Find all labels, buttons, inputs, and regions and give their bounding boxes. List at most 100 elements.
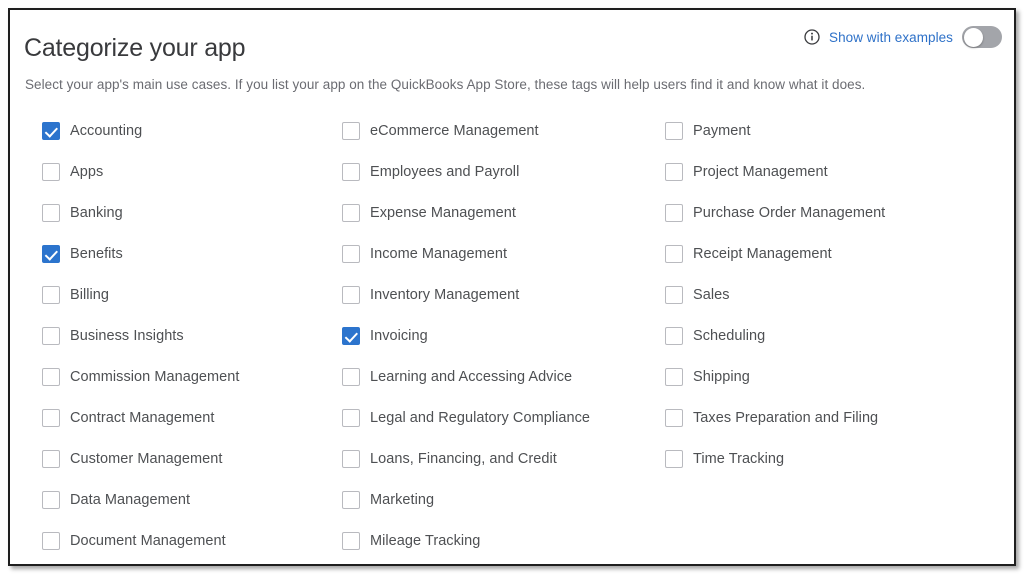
checkbox-document-management[interactable]	[42, 531, 60, 550]
checkbox-purchase-order-management[interactable]	[665, 203, 683, 222]
category-row-apps[interactable]: Apps	[42, 151, 334, 192]
checkbox-time-tracking[interactable]	[665, 449, 683, 468]
category-label-scheduling: Scheduling	[693, 327, 766, 344]
category-row-banking[interactable]: Banking	[42, 192, 334, 233]
category-row-contract-management[interactable]: Contract Management	[42, 397, 334, 438]
category-row-scheduling[interactable]: Scheduling	[665, 315, 1010, 356]
checkbox-marketing[interactable]	[342, 490, 360, 509]
category-label-receipt-management: Receipt Management	[693, 245, 832, 262]
category-label-mileage-tracking: Mileage Tracking	[370, 532, 481, 549]
category-label-loans-financing-and-credit: Loans, Financing, and Credit	[370, 450, 557, 467]
category-label-employees-and-payroll: Employees and Payroll	[370, 163, 520, 180]
category-label-commission-management: Commission Management	[70, 368, 240, 385]
checkbox-scheduling[interactable]	[665, 326, 683, 345]
checkbox-commission-management[interactable]	[42, 367, 60, 386]
category-label-benefits: Benefits	[70, 245, 123, 262]
category-label-accounting: Accounting	[70, 122, 143, 139]
category-label-marketing: Marketing	[370, 491, 435, 508]
checkbox-expense-management[interactable]	[342, 203, 360, 222]
category-label-shipping: Shipping	[693, 368, 750, 385]
category-label-inventory-management: Inventory Management	[370, 286, 520, 303]
category-row-learning-and-accessing-advice[interactable]: Learning and Accessing Advice	[342, 356, 657, 397]
category-row-inventory-management[interactable]: Inventory Management	[342, 274, 657, 315]
checkbox-invoicing[interactable]	[342, 326, 360, 345]
category-columns: Accounting Apps Banking Benefits Billing Busi…	[10, 110, 1014, 561]
category-label-apps: Apps	[70, 163, 104, 180]
checkbox-apps[interactable]	[42, 162, 60, 181]
category-label-customer-management: Customer Management	[70, 450, 223, 467]
show-with-examples-control: Show with examples	[804, 26, 1002, 48]
checkbox-taxes-preparation-and-filing[interactable]	[665, 408, 683, 427]
checkbox-data-management[interactable]	[42, 490, 60, 509]
checkbox-accounting[interactable]	[42, 121, 60, 140]
checkbox-shipping[interactable]	[665, 367, 683, 386]
category-row-document-management[interactable]: Document Management	[42, 520, 334, 561]
category-row-taxes-preparation-and-filing[interactable]: Taxes Preparation and Filing	[665, 397, 1010, 438]
category-row-shipping[interactable]: Shipping	[665, 356, 1010, 397]
category-label-legal-and-regulatory-compliance: Legal and Regulatory Compliance	[370, 409, 590, 426]
category-row-payment[interactable]: Payment	[665, 110, 1010, 151]
category-label-learning-and-accessing-advice: Learning and Accessing Advice	[370, 368, 573, 385]
category-label-ecommerce-management: eCommerce Management	[370, 122, 539, 139]
category-row-legal-and-regulatory-compliance[interactable]: Legal and Regulatory Compliance	[342, 397, 657, 438]
checkbox-receipt-management[interactable]	[665, 244, 683, 263]
checkbox-legal-and-regulatory-compliance[interactable]	[342, 408, 360, 427]
category-label-income-management: Income Management	[370, 245, 508, 262]
page-title: Categorize your app	[24, 34, 246, 62]
category-row-employees-and-payroll[interactable]: Employees and Payroll	[342, 151, 657, 192]
category-label-sales: Sales	[693, 286, 730, 303]
category-label-time-tracking: Time Tracking	[693, 450, 785, 467]
checkbox-business-insights[interactable]	[42, 326, 60, 345]
category-label-contract-management: Contract Management	[70, 409, 215, 426]
category-label-banking: Banking	[70, 204, 123, 221]
category-label-taxes-preparation-and-filing: Taxes Preparation and Filing	[693, 409, 879, 426]
category-row-purchase-order-management[interactable]: Purchase Order Management	[665, 192, 1010, 233]
show-with-examples-link[interactable]: Show with examples	[829, 30, 953, 45]
category-label-payment: Payment	[693, 122, 751, 139]
checkbox-customer-management[interactable]	[42, 449, 60, 468]
category-label-purchase-order-management: Purchase Order Management	[693, 204, 886, 221]
category-row-data-management[interactable]: Data Management	[42, 479, 334, 520]
category-row-accounting[interactable]: Accounting	[42, 110, 334, 151]
category-row-marketing[interactable]: Marketing	[342, 479, 657, 520]
categorize-app-card: Categorize your app Select your app's ma…	[8, 8, 1016, 566]
category-label-business-insights: Business Insights	[70, 327, 184, 344]
checkbox-ecommerce-management[interactable]	[342, 121, 360, 140]
category-row-receipt-management[interactable]: Receipt Management	[665, 233, 1010, 274]
category-row-sales[interactable]: Sales	[665, 274, 1010, 315]
category-label-document-management: Document Management	[70, 532, 226, 549]
category-row-business-insights[interactable]: Business Insights	[42, 315, 334, 356]
category-label-expense-management: Expense Management	[370, 204, 516, 221]
category-row-loans-financing-and-credit[interactable]: Loans, Financing, and Credit	[342, 438, 657, 479]
category-row-project-management[interactable]: Project Management	[665, 151, 1010, 192]
checkbox-learning-and-accessing-advice[interactable]	[342, 367, 360, 386]
category-row-time-tracking[interactable]: Time Tracking	[665, 438, 1010, 479]
checkbox-mileage-tracking[interactable]	[342, 531, 360, 550]
category-row-income-management[interactable]: Income Management	[342, 233, 657, 274]
checkbox-employees-and-payroll[interactable]	[342, 162, 360, 181]
checkbox-loans-financing-and-credit[interactable]	[342, 449, 360, 468]
show-with-examples-toggle[interactable]	[962, 26, 1002, 48]
checkbox-inventory-management[interactable]	[342, 285, 360, 304]
checkbox-project-management[interactable]	[665, 162, 683, 181]
category-row-expense-management[interactable]: Expense Management	[342, 192, 657, 233]
checkbox-sales[interactable]	[665, 285, 683, 304]
category-label-invoicing: Invoicing	[370, 327, 428, 344]
category-row-ecommerce-management[interactable]: eCommerce Management	[342, 110, 657, 151]
category-row-benefits[interactable]: Benefits	[42, 233, 334, 274]
category-label-billing: Billing	[70, 286, 110, 303]
toggle-knob	[963, 27, 983, 47]
category-row-billing[interactable]: Billing	[42, 274, 334, 315]
checkbox-payment[interactable]	[665, 121, 683, 140]
category-row-customer-management[interactable]: Customer Management	[42, 438, 334, 479]
category-row-commission-management[interactable]: Commission Management	[42, 356, 334, 397]
category-column-2: Payment Project Management Purchase Order …	[657, 110, 1010, 561]
checkbox-benefits[interactable]	[42, 244, 60, 263]
category-row-invoicing[interactable]: Invoicing	[342, 315, 657, 356]
checkbox-billing[interactable]	[42, 285, 60, 304]
category-row-mileage-tracking[interactable]: Mileage Tracking	[342, 520, 657, 561]
checkbox-contract-management[interactable]	[42, 408, 60, 427]
category-column-1: eCommerce Management Employees and Payrol…	[334, 110, 657, 561]
checkbox-banking[interactable]	[42, 203, 60, 222]
checkbox-income-management[interactable]	[342, 244, 360, 263]
